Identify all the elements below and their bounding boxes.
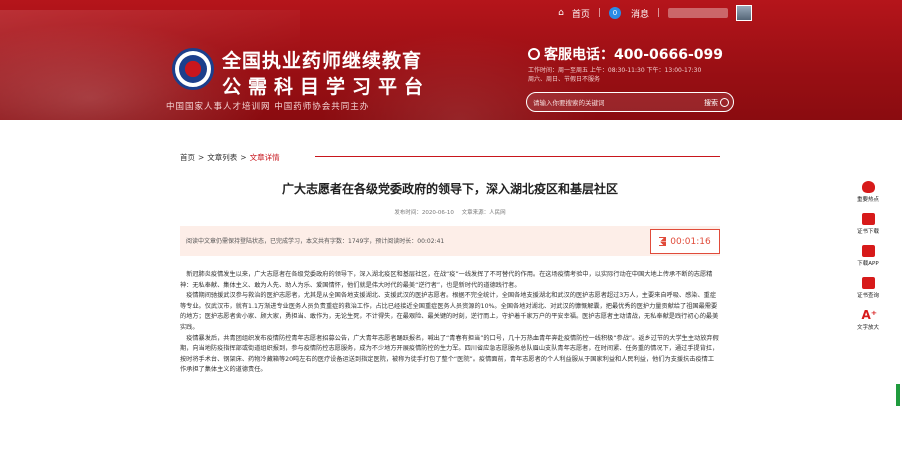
username[interactable]: [668, 8, 728, 18]
nav-separator: |: [597, 8, 601, 18]
hotline: 客服电话：400-0666-099: [528, 44, 723, 64]
site-subtitle: 中国国家人事人才培训网 中国药师协会共同主办: [166, 102, 370, 112]
timer-value: 00:01:16: [670, 236, 711, 247]
article-paragraph: 新冠肺炎疫情发生以来，广大志愿者在各级党委政府的领导下，深入湖北疫区和基层社区，…: [180, 271, 713, 289]
reading-info-bar: 阅读中文章仍需保持登陆状态，已完成学习，本文共有字数：1749字，预计阅读时长：…: [180, 226, 720, 256]
toolbar-cert-query[interactable]: 证书查询: [851, 272, 885, 304]
search-box: 搜索: [526, 92, 734, 112]
home-icon: ⌂: [558, 8, 564, 18]
platform-logo[interactable]: [172, 48, 214, 90]
search-button-label: 搜索: [704, 98, 718, 107]
article-title: 广大志愿者在各级党委政府的领导下，深入湖北疫区和基层社区: [281, 182, 618, 196]
toolbar-font-size[interactable]: A⁺ 文字放大: [851, 304, 885, 336]
right-toolbar: 重要热点 证书下载 下载APP 证书查询 A⁺ 文字放大: [851, 176, 885, 336]
reading-timer: 00:01:16: [650, 229, 720, 254]
breadcrumb-list[interactable]: 文章列表: [207, 152, 237, 163]
breadcrumb-separator: >: [240, 153, 247, 162]
scroll-indicator[interactable]: [896, 384, 900, 406]
avatar[interactable]: [736, 5, 752, 21]
work-hours-line1: 工作时间：周一至周五 上午：08:30-11:30 下午：13:00-17:30: [528, 67, 702, 74]
reading-info-text: 阅读中文章仍需保持登陆状态，已完成学习，本文共有字数：1749字，预计阅读时长：…: [186, 238, 445, 245]
breadcrumb: 首页 > 文章列表 > 文章详情: [180, 152, 280, 163]
top-nav: ⌂ 首页 | 0 消息 |: [558, 4, 752, 22]
search-button[interactable]: 搜索: [704, 95, 729, 110]
article-body: 新冠肺炎疫情发生以来，广大志愿者在各级党委政府的领导下，深入湖北疫区和基层社区，…: [180, 270, 720, 376]
app-download-icon: [861, 245, 875, 257]
site-title-line2: 公需科目学习平台: [222, 76, 431, 98]
toolbar-label: 下载APP: [857, 261, 879, 267]
toolbar-app-download[interactable]: 下载APP: [851, 240, 885, 272]
search-icon: [720, 98, 729, 107]
site-title-line1: 全国执业药师继续教育: [222, 50, 423, 72]
toolbar-hot-topic[interactable]: 重要热点: [851, 176, 885, 208]
toolbar-certificate-download[interactable]: 证书下载: [851, 208, 885, 240]
hotline-label: 客服电话：400-0666-099: [544, 47, 724, 63]
clock-icon: [528, 48, 540, 60]
hot-topic-icon: [861, 181, 875, 193]
nav-separator: |: [656, 8, 660, 18]
breadcrumb-home[interactable]: 首页: [180, 152, 195, 163]
cert-query-icon: [861, 277, 875, 289]
article-paragraph: 疫情期间驰援武汉参与救治的医护志愿者，尤其是从全国各地支援湖北、支援武汉的医护志…: [180, 292, 719, 331]
article-date: 发布时间：2020-06-10: [394, 210, 454, 216]
breadcrumb-divider: [315, 156, 720, 157]
nav-home-link[interactable]: 首页: [572, 7, 590, 20]
article-meta: 发布时间：2020-06-10 文章来源：人民网: [180, 208, 720, 216]
work-hours-line2: 周六、周日、节假日不服务: [528, 76, 601, 83]
article-paragraph: 疫情暴发后，共青团组织发布疫情防控青年志愿者招募公告，广大青年志愿者踊跃报名，喊…: [180, 334, 719, 374]
logo-emblem-icon: [179, 55, 207, 83]
breadcrumb-current: 文章详情: [249, 153, 280, 162]
certificate-icon: [861, 213, 875, 225]
toolbar-label: 证书下载: [856, 229, 879, 235]
search-input[interactable]: [533, 96, 683, 109]
toolbar-label: 重要热点: [856, 197, 879, 203]
message-badge-icon: 0: [608, 7, 621, 19]
article-source: 文章来源：人民网: [461, 210, 506, 216]
toolbar-label: 文字放大: [856, 325, 879, 331]
breadcrumb-separator: >: [198, 153, 205, 162]
toolbar-label: 证书查询: [856, 293, 879, 299]
hourglass-icon: [659, 237, 667, 246]
nav-messages-link[interactable]: 消息: [631, 7, 649, 20]
font-size-icon: A⁺: [861, 308, 878, 322]
header-banner: ⌂ 首页 | 0 消息 | 全国执业药师继续教育 公需科目学习平台 中国国家人事…: [0, 0, 902, 120]
work-hours: 工作时间：周一至周五 上午：08:30-11:30 下午：13:00-17:30…: [528, 66, 701, 84]
